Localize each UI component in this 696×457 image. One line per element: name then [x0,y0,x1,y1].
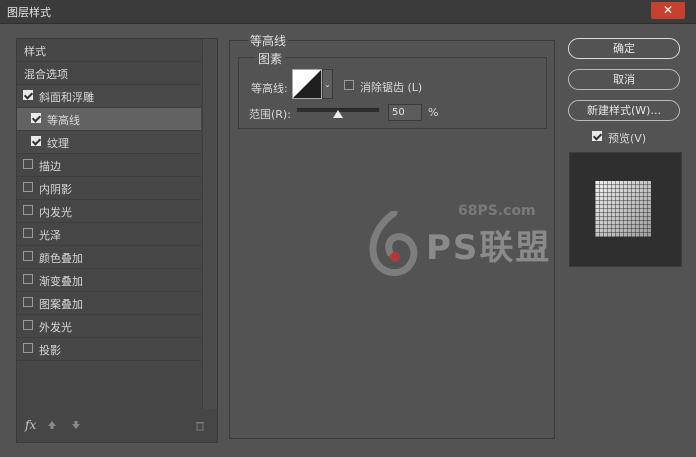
style-preview-swatch [595,181,651,237]
chevron-down-icon: ⌄ [324,80,331,89]
arrow-down-icon[interactable] [71,420,81,433]
drop-shadow-checkbox[interactable] [23,343,33,353]
anti-aliased-label: 消除锯齿 (L) [360,81,423,94]
gradient-overlay-checkbox[interactable] [23,274,33,284]
style-item-label: 纹理 [47,137,69,150]
style-item-label: 颜色叠加 [39,252,83,265]
style-list-scrollbar[interactable] [202,39,217,409]
contour-curve-icon [293,70,321,98]
contour-checkbox[interactable] [31,113,41,123]
style-list-panel: 样式 混合选项 斜面和浮雕 等高线 纹理 描边 + 内阴影 + 内发光 光泽 颜… [16,38,218,443]
inner-shadow-checkbox[interactable] [23,182,33,192]
style-item-pattern-overlay[interactable]: 图案叠加 [17,292,201,315]
color-overlay-checkbox[interactable] [23,251,33,261]
style-item-label: 投影 [39,344,61,357]
style-item-drop-shadow[interactable]: 投影 + [17,338,214,361]
preview-checkbox[interactable] [592,131,602,141]
contour-curve-swatch[interactable] [292,69,322,99]
style-item-label: 等高线 [47,114,80,127]
close-icon: ✕ [662,3,674,17]
blending-options-item[interactable]: 混合选项 [17,62,201,85]
pattern-overlay-checkbox[interactable] [23,297,33,307]
group-title: 图素 [255,50,286,67]
arrow-up-icon[interactable] [47,420,57,433]
style-item-label: 描边 [39,160,61,173]
close-button[interactable]: ✕ [651,2,685,19]
style-item-bevel-emboss[interactable]: 斜面和浮雕 [17,85,201,108]
inner-glow-checkbox[interactable] [23,205,33,215]
satin-checkbox[interactable] [23,228,33,238]
bevel-emboss-checkbox[interactable] [23,90,33,100]
style-item-label: 图案叠加 [39,298,83,311]
section-title: 等高线 [248,32,289,49]
title-bar: 图层样式 ✕ [0,0,696,24]
style-item-contour[interactable]: 等高线 [17,108,201,131]
stroke-checkbox[interactable] [23,159,33,169]
style-list-toolbar: fx [17,412,217,442]
range-label: 范围(R): [249,108,291,121]
styles-header-label: 样式 [24,45,46,58]
contour-dropdown-button[interactable]: ⌄ [322,69,333,99]
cancel-button[interactable]: 取消 [568,69,680,90]
window-title: 图层样式 [7,6,51,19]
style-item-satin[interactable]: 光泽 [17,223,201,246]
style-item-label: 外发光 [39,321,72,334]
style-item-gradient-overlay[interactable]: 渐变叠加 + [17,269,214,292]
watermark-logo-icon [368,209,420,282]
outer-glow-checkbox[interactable] [23,320,33,330]
new-style-button[interactable]: 新建样式(W)... [568,100,680,121]
preview-label: 预览(V) [608,132,647,145]
style-item-label: 渐变叠加 [39,275,83,288]
range-input[interactable]: 50 [388,104,422,121]
range-unit: % [428,106,439,119]
style-item-label: 内阴影 [39,183,72,196]
style-item-label: 内发光 [39,206,72,219]
contour-label: 等高线: [251,82,288,95]
texture-checkbox[interactable] [31,136,41,146]
style-item-outer-glow[interactable]: 外发光 [17,315,201,338]
style-item-inner-glow[interactable]: 内发光 [17,200,201,223]
watermark-text: PS联盟 [426,228,552,268]
style-item-stroke[interactable]: 描边 + [17,154,214,177]
anti-aliased-checkbox[interactable] [344,80,354,90]
blending-options-label: 混合选项 [24,68,68,81]
style-item-texture[interactable]: 纹理 [17,131,201,154]
style-item-label: 光泽 [39,229,61,242]
trash-icon[interactable] [195,420,205,434]
style-item-label: 斜面和浮雕 [39,91,94,104]
ok-button[interactable]: 确定 [568,38,680,59]
fx-menu-button[interactable]: fx [25,418,36,432]
styles-header[interactable]: 样式 [17,39,201,62]
watermark-url: 68PS.com [458,203,536,219]
style-item-color-overlay[interactable]: 颜色叠加 + [17,246,214,269]
range-slider-thumb[interactable] [333,110,343,118]
style-item-inner-shadow[interactable]: 内阴影 + [17,177,214,200]
